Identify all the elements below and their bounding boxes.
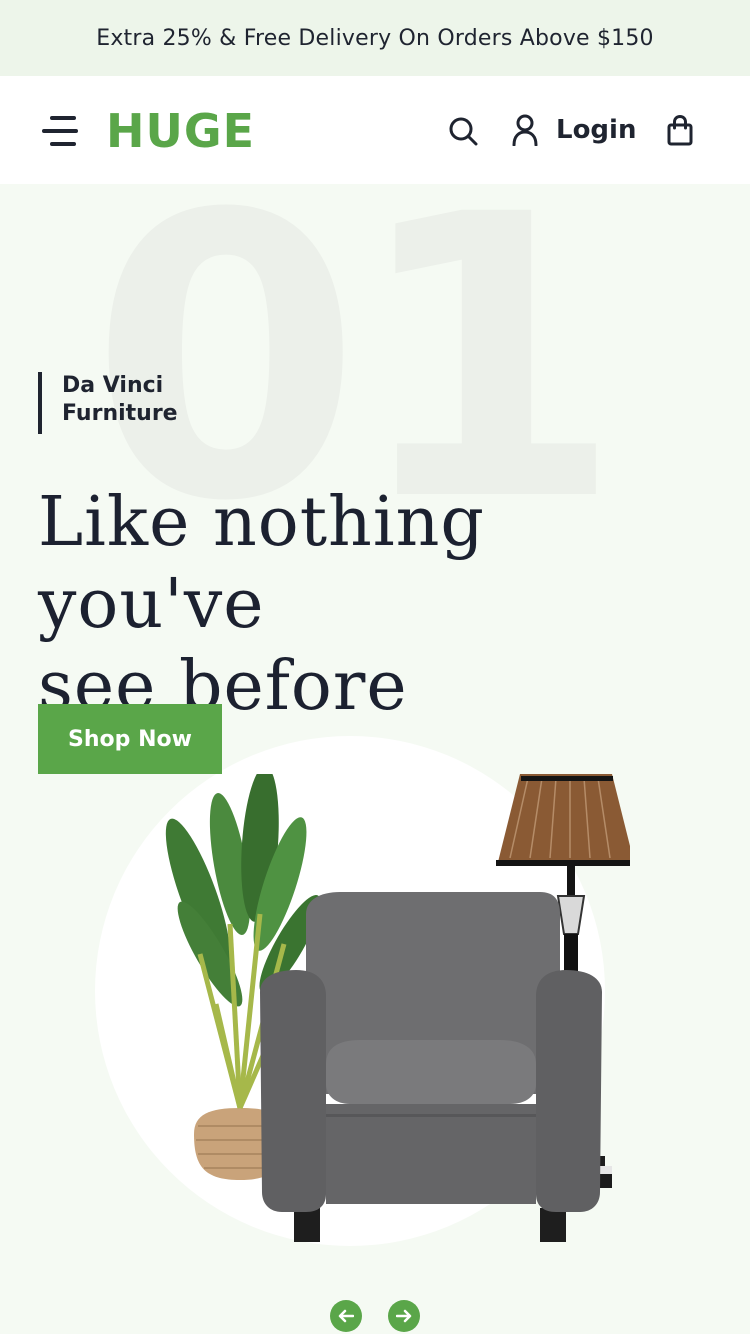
search-icon[interactable] (448, 116, 478, 146)
user-icon[interactable] (512, 114, 538, 147)
carousel-next-button[interactable] (388, 1300, 420, 1332)
chair-leg-right (540, 1208, 566, 1242)
subtitle-line-1: Da Vinci (62, 373, 164, 398)
carousel-prev-button[interactable] (330, 1300, 362, 1332)
chair-cushion (326, 1040, 536, 1104)
chair-arm-right (536, 970, 602, 1212)
hero-headline: Like nothing you've see before (38, 482, 728, 728)
chair-base (326, 1104, 536, 1204)
hero-subtitle: Da Vinci Furniture (38, 372, 238, 434)
shop-now-button[interactable]: Shop Now (38, 704, 222, 774)
arrow-right-icon (396, 1309, 412, 1323)
brand-logo[interactable]: HUGE (106, 104, 255, 158)
site-header: HUGE Login (0, 76, 750, 184)
headline-line-1: Like nothing you've (38, 483, 485, 644)
chair-leg-left (294, 1208, 320, 1242)
arrow-left-icon (338, 1309, 354, 1323)
promo-text: Extra 25% & Free Delivery On Orders Abov… (96, 25, 654, 51)
promo-bar: Extra 25% & Free Delivery On Orders Abov… (0, 0, 750, 76)
chair-arm-left (260, 970, 326, 1212)
shopping-bag-icon[interactable] (666, 114, 694, 146)
menu-icon[interactable] (42, 113, 82, 149)
login-link[interactable]: Login (556, 112, 636, 148)
armchair-scene-image (165, 774, 630, 1242)
hero-banner: 01 Da Vinci Furniture Like nothing you'v… (0, 184, 750, 1334)
subtitle-line-2: Furniture (62, 401, 178, 426)
lamp-shade (498, 774, 630, 862)
